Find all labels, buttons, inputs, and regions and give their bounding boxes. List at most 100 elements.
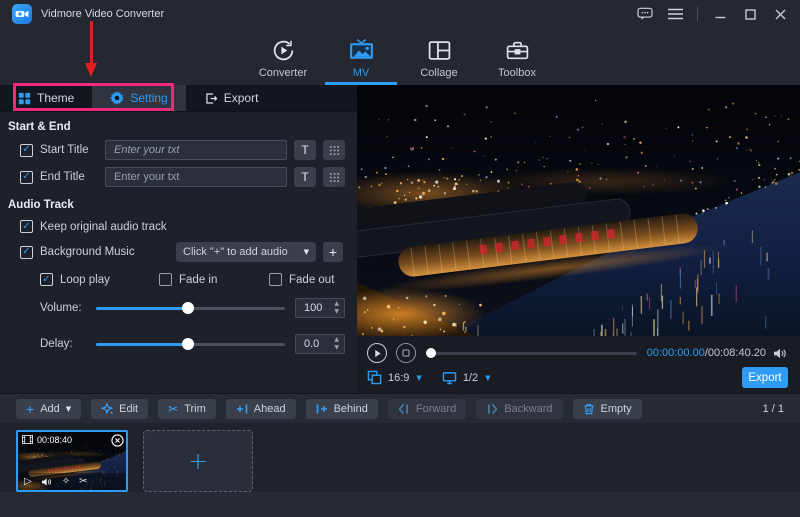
fade-in-checkbox[interactable] <box>159 273 172 286</box>
volume-slider[interactable] <box>96 301 285 315</box>
nav-label: Toolbox <box>498 67 536 79</box>
start-title-row: ✓ Start Title T <box>12 140 345 160</box>
spin-up-icon[interactable]: ▲ <box>334 301 339 307</box>
menu-icon[interactable] <box>667 6 683 22</box>
chevron-down-icon[interactable]: ▼ <box>416 374 421 382</box>
loop-play-checkbox[interactable]: ✓ <box>40 273 53 286</box>
add-audio-button[interactable]: + <box>323 242 343 262</box>
end-title-input[interactable] <box>105 167 287 187</box>
clip-info-bar: 00:08:40 <box>18 432 126 447</box>
video-frame <box>357 85 800 336</box>
preview-pane: 00:00:00.00/00:08:40.20 16:9 ▼ 1/2 ▼ <box>357 85 800 393</box>
move-forward-icon <box>398 403 410 415</box>
delay-row: Delay: 0.0 ▲▼ <box>12 334 345 354</box>
spin-down-icon[interactable]: ▼ <box>334 345 339 351</box>
behind-button[interactable]: Behind <box>306 399 378 419</box>
export-icon <box>204 92 218 105</box>
seek-bar[interactable] <box>428 347 637 359</box>
start-title-checkbox[interactable]: ✓ <box>20 144 33 157</box>
export-button[interactable]: Export <box>742 367 788 388</box>
trim-button[interactable]: ✂ Trim <box>158 399 216 419</box>
start-title-font-button[interactable]: T <box>294 140 316 160</box>
backward-button: Backward <box>476 399 562 419</box>
screen-mode-button[interactable] <box>442 371 457 385</box>
delay-value: 0.0 <box>304 338 319 350</box>
clip-audio-button[interactable] <box>41 477 53 487</box>
spin-up-icon[interactable]: ▲ <box>334 337 339 343</box>
clip-play-icon[interactable]: ▷ <box>24 477 32 487</box>
add-button[interactable]: + Add ▼ <box>16 399 81 419</box>
aspect-ratio-button[interactable] <box>367 370 382 385</box>
delay-slider-thumb[interactable] <box>182 338 194 350</box>
settings-panel: Theme Setting Export Start & End ✓ Start… <box>0 85 357 393</box>
clip-tools-bar: ▷ ✧ ✂ <box>18 473 126 490</box>
loop-fade-row: ✓ Loop play Fade in Fade out <box>12 273 345 286</box>
empty-button[interactable]: Empty <box>573 399 642 419</box>
plus-icon: + <box>188 449 208 473</box>
delay-slider[interactable] <box>96 337 285 351</box>
volume-label: Volume: <box>40 302 86 314</box>
background-music-checkbox[interactable]: ✓ <box>20 246 33 259</box>
start-title-position-button[interactable] <box>323 140 345 160</box>
keep-original-checkbox[interactable]: ✓ <box>20 220 33 233</box>
maximize-icon[interactable] <box>742 6 758 22</box>
mv-icon <box>348 37 375 63</box>
play-button[interactable] <box>367 343 387 363</box>
feedback-icon[interactable] <box>637 6 653 22</box>
add-clip-slot[interactable]: + <box>143 430 253 492</box>
speaker-icon <box>773 347 788 360</box>
spin-down-icon[interactable]: ▼ <box>334 309 339 315</box>
volume-slider-thumb[interactable] <box>182 302 194 314</box>
delay-value-box[interactable]: 0.0 ▲▼ <box>295 334 345 354</box>
stop-button[interactable] <box>396 343 416 363</box>
audio-file-dropdown[interactable]: Click "+" to add audio ▼ <box>176 242 316 262</box>
volume-spinner[interactable]: ▲▼ <box>334 301 339 315</box>
seek-bar-track <box>428 352 637 355</box>
trash-icon <box>583 403 595 415</box>
play-icon <box>373 349 382 358</box>
minimize-icon[interactable] <box>712 6 728 22</box>
chevron-down-icon[interactable]: ▼ <box>485 374 490 382</box>
film-icon <box>22 435 33 444</box>
timeline-clip[interactable]: 00:08:40 ▷ ✧ ✂ <box>16 430 128 492</box>
nav-tab-converter[interactable]: Converter <box>247 28 319 85</box>
monitor-icon <box>442 371 457 385</box>
ahead-button[interactable]: Ahead <box>226 399 296 419</box>
fade-out-label: Fade out <box>289 274 334 286</box>
volume-mute-button[interactable] <box>773 347 788 360</box>
start-title-input[interactable] <box>105 140 287 160</box>
grid-dots-icon <box>329 145 340 156</box>
fade-out-checkbox[interactable] <box>269 273 282 286</box>
toolbox-icon <box>505 37 530 63</box>
fade-in-label: Fade in <box>179 274 217 286</box>
preview-controls: 00:00:00.00/00:08:40.20 16:9 ▼ 1/2 ▼ <box>357 336 800 393</box>
end-title-checkbox[interactable]: ✓ <box>20 171 33 184</box>
tab-export-label: Export <box>224 91 259 105</box>
clip-remove-button[interactable] <box>111 434 124 450</box>
plus-icon: + <box>26 402 34 416</box>
collage-icon <box>427 37 452 63</box>
close-icon[interactable] <box>772 6 788 22</box>
annotation-highlight-box <box>13 83 174 111</box>
clip-trim-icon[interactable]: ✂ <box>79 477 87 487</box>
nav-tab-toolbox[interactable]: Toolbox <box>481 28 553 85</box>
titlebar: Vidmore Video Converter <box>0 0 800 28</box>
seek-bar-thumb[interactable] <box>426 348 436 358</box>
stop-icon <box>402 349 410 357</box>
delay-slider-fill <box>96 343 188 346</box>
edit-button[interactable]: Edit <box>91 399 148 419</box>
nav-tab-mv[interactable]: MV <box>325 28 397 85</box>
background-music-row: ✓ Background Music Click "+" to add audi… <box>12 242 345 262</box>
insert-ahead-icon <box>236 403 248 415</box>
converter-icon <box>271 37 296 63</box>
volume-value-box[interactable]: 100 ▲▼ <box>295 298 345 318</box>
delay-spinner[interactable]: ▲▼ <box>334 337 339 351</box>
annotation-arrow-head <box>85 63 97 77</box>
clip-effect-icon[interactable]: ✧ <box>62 477 70 487</box>
nav-tab-collage[interactable]: Collage <box>403 28 475 85</box>
tab-export[interactable]: Export <box>186 85 277 111</box>
end-title-font-button[interactable]: T <box>294 167 316 187</box>
total-time: /00:08:40.20 <box>705 347 766 359</box>
end-title-position-button[interactable] <box>323 167 345 187</box>
insert-behind-icon <box>316 403 328 415</box>
